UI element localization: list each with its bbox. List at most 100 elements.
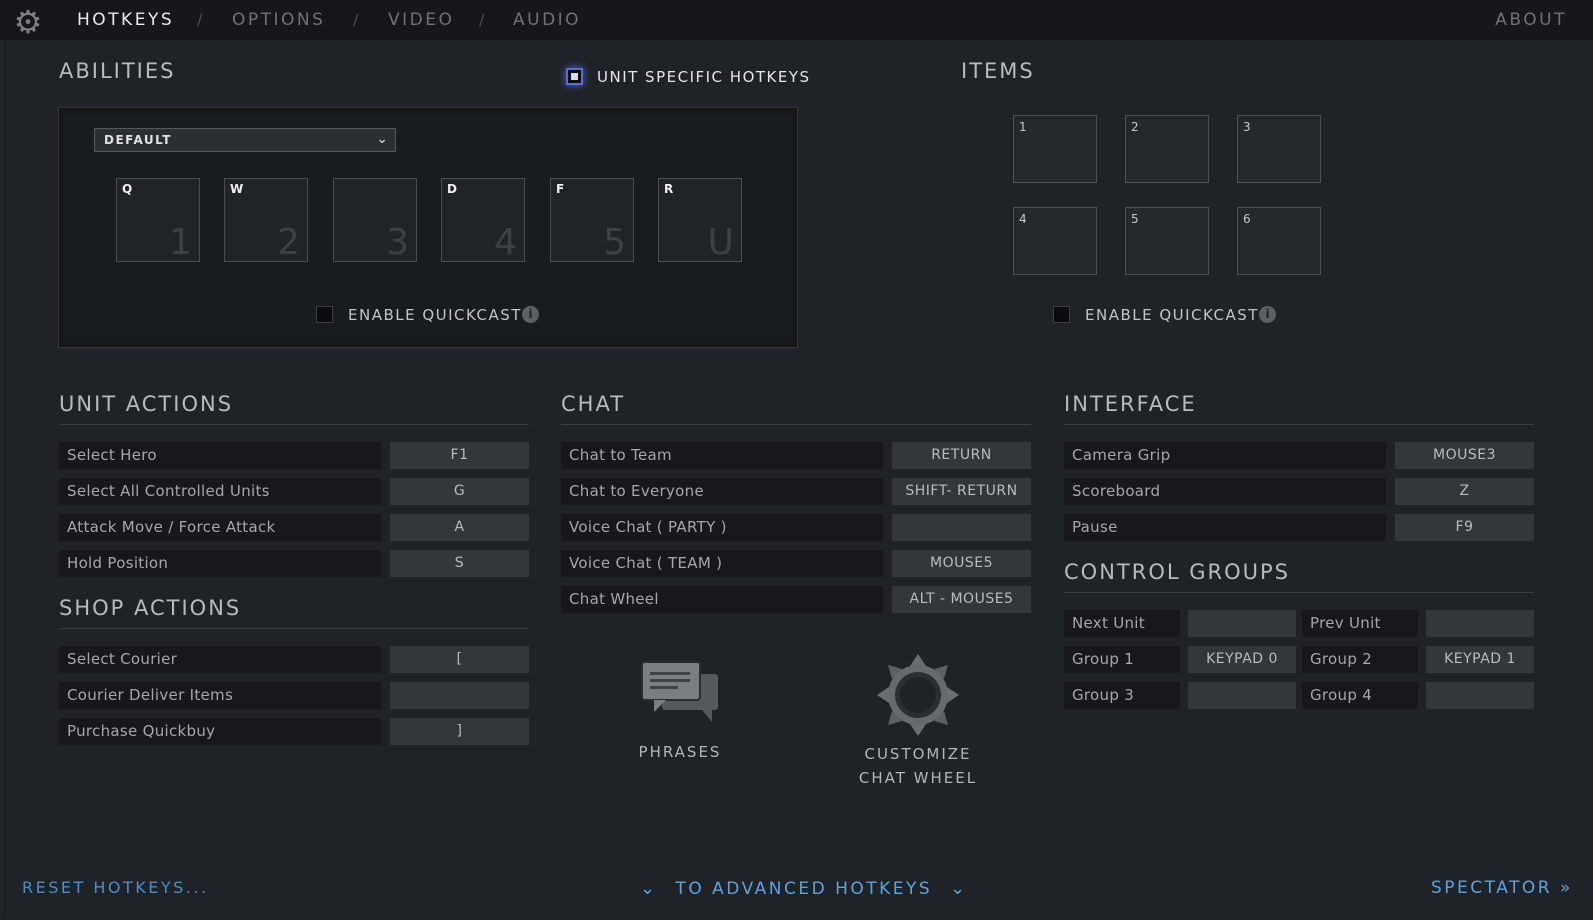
advanced-hotkeys-label: TO ADVANCED HOTKEYS xyxy=(675,879,933,899)
hotkey-binding[interactable]: S xyxy=(390,550,529,577)
nav-separator: / xyxy=(353,10,359,29)
chevron-down-icon: ⌄ xyxy=(950,878,968,899)
chat-wheel-icon xyxy=(877,654,959,736)
hotkey-label: Attack Move / Force Attack xyxy=(59,514,381,541)
hotkey-binding[interactable]: F9 xyxy=(1395,514,1534,541)
info-icon[interactable]: i xyxy=(1259,306,1276,323)
unit-actions-title: UNIT ACTIONS xyxy=(59,392,234,416)
items-title: ITEMS xyxy=(961,59,1035,83)
ability-number: U xyxy=(707,222,734,263)
item-slot-number: 4 xyxy=(1019,212,1027,226)
hotkey-label: Hold Position xyxy=(59,550,381,577)
hotkey-binding[interactable] xyxy=(390,682,529,709)
items-quickcast-checkbox[interactable] xyxy=(1053,306,1070,323)
nav-separator: / xyxy=(479,10,485,29)
hotkey-binding[interactable]: A xyxy=(390,514,529,541)
hotkey-label: Voice Chat ( TEAM ) xyxy=(561,550,883,577)
item-slot-3[interactable]: 3 xyxy=(1237,115,1321,183)
hotkey-label: Chat Wheel xyxy=(561,586,883,613)
hotkey-label: Pause xyxy=(1064,514,1386,541)
spectator-label: SPECTATOR xyxy=(1431,878,1553,898)
hotkey-binding[interactable] xyxy=(1188,610,1296,637)
ability-slot-6[interactable]: R U xyxy=(658,178,742,263)
item-slot-5[interactable]: 5 xyxy=(1125,207,1209,275)
hotkey-binding[interactable]: F1 xyxy=(390,442,529,469)
hotkey-binding[interactable]: [ xyxy=(390,646,529,673)
hotkey-label: Group 2 xyxy=(1302,646,1418,673)
hotkey-binding[interactable]: G xyxy=(390,478,529,505)
hotkey-binding[interactable]: SHIFT- RETURN xyxy=(892,478,1031,505)
hotkey-binding[interactable]: MOUSE5 xyxy=(892,550,1031,577)
ability-preset-dropdown[interactable]: DEFAULT ⌄ xyxy=(94,128,396,152)
tab-options[interactable]: OPTIONS xyxy=(232,10,325,30)
hotkey-binding[interactable]: ALT - MOUSE5 xyxy=(892,586,1031,613)
ability-slot-5[interactable]: F 5 xyxy=(550,178,634,263)
hotkey-binding[interactable]: ] xyxy=(390,718,529,745)
items-quickcast-label: ENABLE QUICKCAST xyxy=(1085,306,1259,324)
abilities-quickcast-label: ENABLE QUICKCAST xyxy=(348,306,522,324)
customize-chat-wheel-label: CUSTOMIZE CHAT WHEEL xyxy=(848,742,988,790)
hotkey-label: Chat to Everyone xyxy=(561,478,883,505)
item-slot-2[interactable]: 2 xyxy=(1125,115,1209,183)
ability-slot-1[interactable]: Q 1 xyxy=(116,178,200,263)
tab-hotkeys[interactable]: HOTKEYS xyxy=(77,10,174,30)
chevron-down-icon: ⌄ xyxy=(640,878,658,899)
hotkey-label: Scoreboard xyxy=(1064,478,1386,505)
customize-chat-wheel-button[interactable]: CUSTOMIZE CHAT WHEEL xyxy=(848,645,988,787)
hotkey-binding[interactable] xyxy=(1426,610,1534,637)
ability-key: W xyxy=(230,182,244,196)
advanced-hotkeys-link[interactable]: ⌄ TO ADVANCED HOTKEYS ⌄ xyxy=(640,878,968,899)
hotkey-binding[interactable]: RETURN xyxy=(892,442,1031,469)
dropdown-value: DEFAULT xyxy=(104,133,172,147)
phrases-button[interactable]: PHRASES xyxy=(620,650,740,765)
unit-specific-hotkeys-label: UNIT SPECIFIC HOTKEYS xyxy=(597,68,811,86)
hotkey-label: Group 4 xyxy=(1302,682,1418,709)
ability-number: 3 xyxy=(386,222,409,263)
hotkey-binding[interactable]: MOUSE3 xyxy=(1395,442,1534,469)
hotkey-binding[interactable] xyxy=(1426,682,1534,709)
hotkey-label: Select All Controlled Units xyxy=(59,478,381,505)
hotkey-binding[interactable]: KEYPAD 1 xyxy=(1426,646,1534,673)
abilities-title: ABILITIES xyxy=(59,59,176,83)
tab-video[interactable]: VIDEO xyxy=(388,10,454,30)
hotkey-label: Purchase Quickbuy xyxy=(59,718,381,745)
hotkey-label: Group 1 xyxy=(1064,646,1180,673)
ability-slot-2[interactable]: W 2 xyxy=(224,178,308,263)
hotkey-label: Next Unit xyxy=(1064,610,1180,637)
section-divider xyxy=(561,424,1031,425)
hotkey-binding[interactable]: KEYPAD 0 xyxy=(1188,646,1296,673)
hotkey-label: Group 3 xyxy=(1064,682,1180,709)
hotkey-label: Chat to Team xyxy=(561,442,883,469)
item-slot-number: 2 xyxy=(1131,120,1139,134)
spectator-link[interactable]: SPECTATOR » xyxy=(1431,878,1573,898)
abilities-quickcast-checkbox[interactable] xyxy=(316,306,333,323)
item-slot-6[interactable]: 6 xyxy=(1237,207,1321,275)
hotkey-label: Voice Chat ( PARTY ) xyxy=(561,514,883,541)
gear-icon[interactable]: ⚙ xyxy=(10,4,46,40)
info-icon[interactable]: i xyxy=(522,306,539,323)
item-slot-4[interactable]: 4 xyxy=(1013,207,1097,275)
item-slot-number: 3 xyxy=(1243,120,1251,134)
tab-audio[interactable]: AUDIO xyxy=(513,10,581,30)
speech-bubbles-icon xyxy=(641,661,718,722)
hotkey-label: Select Hero xyxy=(59,442,381,469)
hotkey-binding[interactable] xyxy=(1188,682,1296,709)
unit-specific-hotkeys-checkbox[interactable] xyxy=(566,68,583,85)
ability-slot-4[interactable]: D 4 xyxy=(441,178,525,263)
customize-line-2: CHAT WHEEL xyxy=(858,769,978,787)
hotkey-label: Select Courier xyxy=(59,646,381,673)
item-slot-1[interactable]: 1 xyxy=(1013,115,1097,183)
reset-hotkeys-link[interactable]: RESET HOTKEYS... xyxy=(22,878,209,897)
hotkey-binding[interactable]: Z xyxy=(1395,478,1534,505)
section-divider xyxy=(1064,592,1534,593)
about-link[interactable]: ABOUT xyxy=(1495,10,1567,30)
chat-title: CHAT xyxy=(561,392,626,416)
control-groups-title: CONTROL GROUPS xyxy=(1064,560,1290,584)
ability-slot-3[interactable]: 3 xyxy=(333,178,417,263)
item-slot-number: 6 xyxy=(1243,212,1251,226)
hotkey-binding[interactable] xyxy=(892,514,1031,541)
customize-line-1: CUSTOMIZE xyxy=(864,745,972,763)
ability-number: 2 xyxy=(277,222,300,263)
ability-key: D xyxy=(447,182,457,196)
ability-key: F xyxy=(556,182,565,196)
